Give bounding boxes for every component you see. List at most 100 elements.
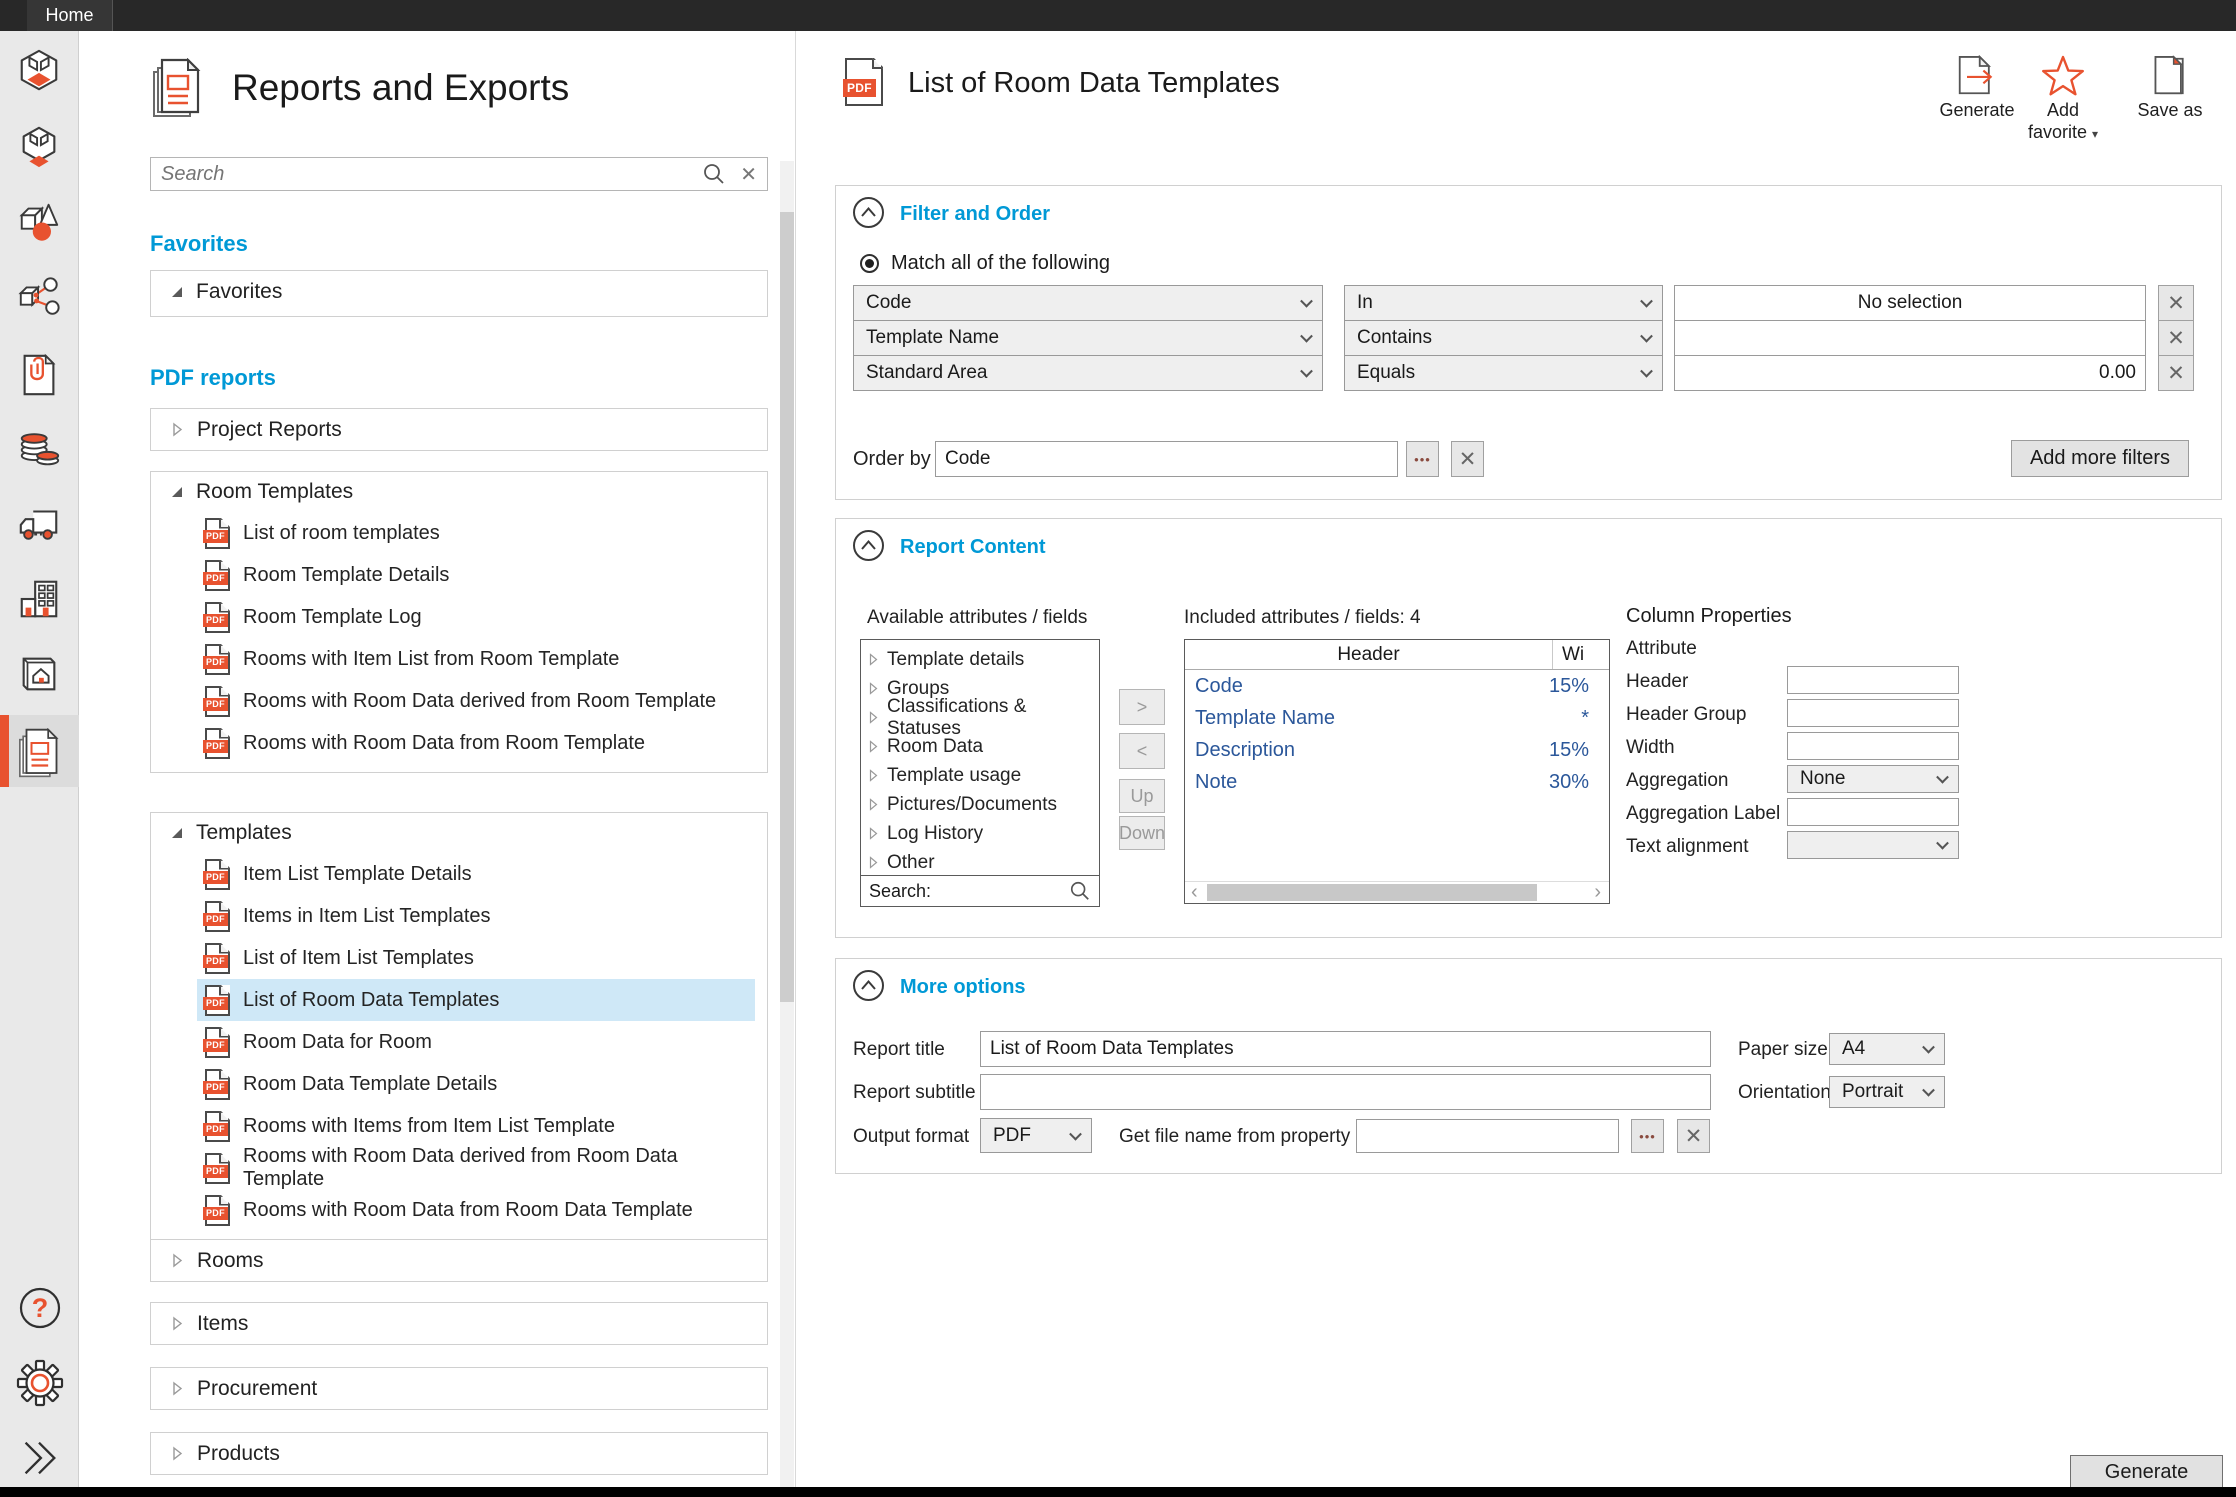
clear-order-by-icon[interactable]: ✕	[1451, 441, 1484, 477]
match-all-radio-row[interactable]: Match all of the following	[860, 252, 1110, 275]
group-header-favorites[interactable]: Favorites	[151, 271, 767, 312]
output-format-select[interactable]: PDF	[980, 1118, 1092, 1153]
report-item[interactable]: PDF Rooms with Item List from Room Templ…	[197, 638, 755, 680]
remove-filter-icon[interactable]: ✕	[2158, 285, 2194, 321]
report-item[interactable]: PDF Rooms with Room Data derived from Ro…	[197, 680, 755, 722]
move-down-button[interactable]: Down	[1119, 816, 1165, 850]
table-row[interactable]: Description 15%	[1185, 734, 1609, 766]
sidebar-item-items[interactable]	[16, 199, 62, 245]
width-input[interactable]	[1787, 732, 1959, 760]
clear-search-icon[interactable]: ✕	[740, 162, 757, 187]
filter-attribute-select[interactable]: Standard Area	[853, 355, 1323, 391]
sidebar-item-reports[interactable]	[16, 728, 62, 774]
order-by-browse-icon[interactable]: •••	[1406, 441, 1439, 477]
table-row[interactable]: Note 30%	[1185, 766, 1609, 798]
sidebar-item-buildings[interactable]	[16, 576, 62, 622]
scroll-left-icon[interactable]: ‹	[1191, 882, 1198, 904]
report-item-selected[interactable]: PDF List of Room Data Templates	[197, 979, 755, 1021]
available-field-category[interactable]: Classifications & Statuses	[861, 703, 1099, 732]
collapse-section-icon[interactable]	[852, 196, 885, 229]
order-by-input[interactable]	[935, 441, 1398, 477]
available-field-category[interactable]: Log History	[861, 819, 1099, 848]
collapse-section-icon[interactable]	[852, 529, 885, 562]
filter-value-input[interactable]	[1674, 355, 2146, 391]
report-item[interactable]: PDF Rooms with Room Data from Room Templ…	[197, 722, 755, 764]
add-more-filters-button[interactable]: Add more filters	[2011, 440, 2189, 477]
group-header-procurement[interactable]: Procurement	[151, 1368, 767, 1409]
remove-field-button[interactable]: <	[1119, 733, 1165, 769]
sidebar-item-attachments[interactable]	[16, 352, 62, 398]
filter-value-input[interactable]	[1674, 320, 2146, 356]
report-item[interactable]: PDF List of Item List Templates	[197, 937, 755, 979]
help-button[interactable]: ?	[16, 1284, 62, 1330]
left-panel-scrollbar[interactable]	[780, 161, 794, 1487]
header-group-input[interactable]	[1787, 699, 1959, 727]
collapse-section-icon[interactable]	[852, 969, 885, 1002]
scrollbar-thumb[interactable]	[1207, 884, 1537, 901]
group-header-templates[interactable]: Templates	[151, 813, 767, 853]
group-header-products[interactable]: Products	[151, 1433, 767, 1474]
settings-button[interactable]	[16, 1359, 62, 1405]
report-title-input[interactable]	[980, 1031, 1711, 1067]
report-item[interactable]: PDF List of room templates	[197, 512, 755, 554]
report-item[interactable]: PDF Rooms with Room Data derived from Ro…	[197, 1147, 755, 1189]
table-row[interactable]: Template Name *	[1185, 702, 1609, 734]
generate-button[interactable]: Generate	[2070, 1455, 2223, 1490]
filter-operator-select[interactable]: Equals	[1344, 355, 1663, 391]
column-separator[interactable]	[1552, 640, 1553, 669]
filter-attribute-select[interactable]: Code	[853, 285, 1323, 321]
table-row[interactable]: Code 15%	[1185, 670, 1609, 702]
filter-operator-select[interactable]: In	[1344, 285, 1663, 321]
report-item[interactable]: PDF Rooms with Items from Item List Temp…	[197, 1105, 755, 1147]
text-alignment-select[interactable]	[1787, 831, 1959, 859]
horizontal-scrollbar[interactable]: ‹ ›	[1185, 881, 1609, 903]
file-name-property-input[interactable]	[1356, 1119, 1619, 1153]
group-header-rooms[interactable]: Rooms	[151, 1240, 767, 1281]
group-header-room-templates[interactable]: Room Templates	[151, 472, 767, 512]
tab-home[interactable]: Home	[27, 0, 113, 31]
clear-file-property-icon[interactable]: ✕	[1677, 1119, 1710, 1153]
aggregation-select[interactable]: None	[1787, 765, 1959, 793]
sidebar-item-finance[interactable]	[16, 426, 62, 472]
paper-size-select[interactable]: A4	[1829, 1033, 1945, 1065]
group-header-project-reports[interactable]: Project Reports	[151, 409, 767, 450]
scrollbar-thumb[interactable]	[780, 212, 794, 1002]
group-header-items[interactable]: Items	[151, 1303, 767, 1344]
report-item[interactable]: PDF Room Template Log	[197, 596, 755, 638]
report-item[interactable]: PDF Room Template Details	[197, 554, 755, 596]
move-up-button[interactable]: Up	[1119, 779, 1165, 813]
report-item[interactable]: PDF Items in Item List Templates	[197, 895, 755, 937]
available-field-category[interactable]: Template details	[861, 645, 1099, 674]
fields-search-row[interactable]: Search:	[861, 875, 1099, 906]
report-item[interactable]: PDF Room Data Template Details	[197, 1063, 755, 1105]
sidebar-item-room-function[interactable]	[16, 124, 62, 170]
sidebar-item-catalog[interactable]	[16, 651, 62, 697]
report-item[interactable]: PDF Room Data for Room	[197, 1021, 755, 1063]
report-subtitle-input[interactable]	[980, 1074, 1711, 1110]
filter-value-picker[interactable]: No selection	[1674, 285, 2146, 321]
save-as-button[interactable]: Save as	[2117, 55, 2223, 122]
header-input[interactable]	[1787, 666, 1959, 694]
orientation-select[interactable]: Portrait	[1829, 1076, 1945, 1108]
add-favorite-button[interactable]: Add favorite ▾	[2010, 55, 2116, 143]
available-field-category[interactable]: Other	[861, 848, 1099, 877]
table-header-row[interactable]: Header Wi	[1185, 640, 1609, 670]
add-field-button[interactable]: >	[1119, 689, 1165, 725]
expand-rail-button[interactable]	[16, 1435, 62, 1481]
search-input[interactable]	[161, 163, 702, 186]
sidebar-item-procurement[interactable]	[16, 500, 62, 546]
radio-selected-icon[interactable]	[860, 254, 879, 273]
sidebar-item-item-groups[interactable]	[16, 274, 62, 320]
scroll-right-icon[interactable]: ›	[1594, 882, 1601, 904]
filter-attribute-select[interactable]: Template Name	[853, 320, 1323, 356]
aggregation-label-input[interactable]	[1787, 798, 1959, 826]
remove-filter-icon[interactable]: ✕	[2158, 320, 2194, 356]
search-icon[interactable]	[702, 162, 726, 186]
report-item[interactable]: PDF Item List Template Details	[197, 853, 755, 895]
file-property-browse-icon[interactable]: •••	[1631, 1119, 1664, 1153]
report-item[interactable]: PDF Rooms with Room Data from Room Data …	[197, 1189, 755, 1231]
available-field-category[interactable]: Template usage	[861, 761, 1099, 790]
available-field-category[interactable]: Pictures/Documents	[861, 790, 1099, 819]
remove-filter-icon[interactable]: ✕	[2158, 355, 2194, 391]
sidebar-item-rooms[interactable]	[16, 48, 62, 94]
